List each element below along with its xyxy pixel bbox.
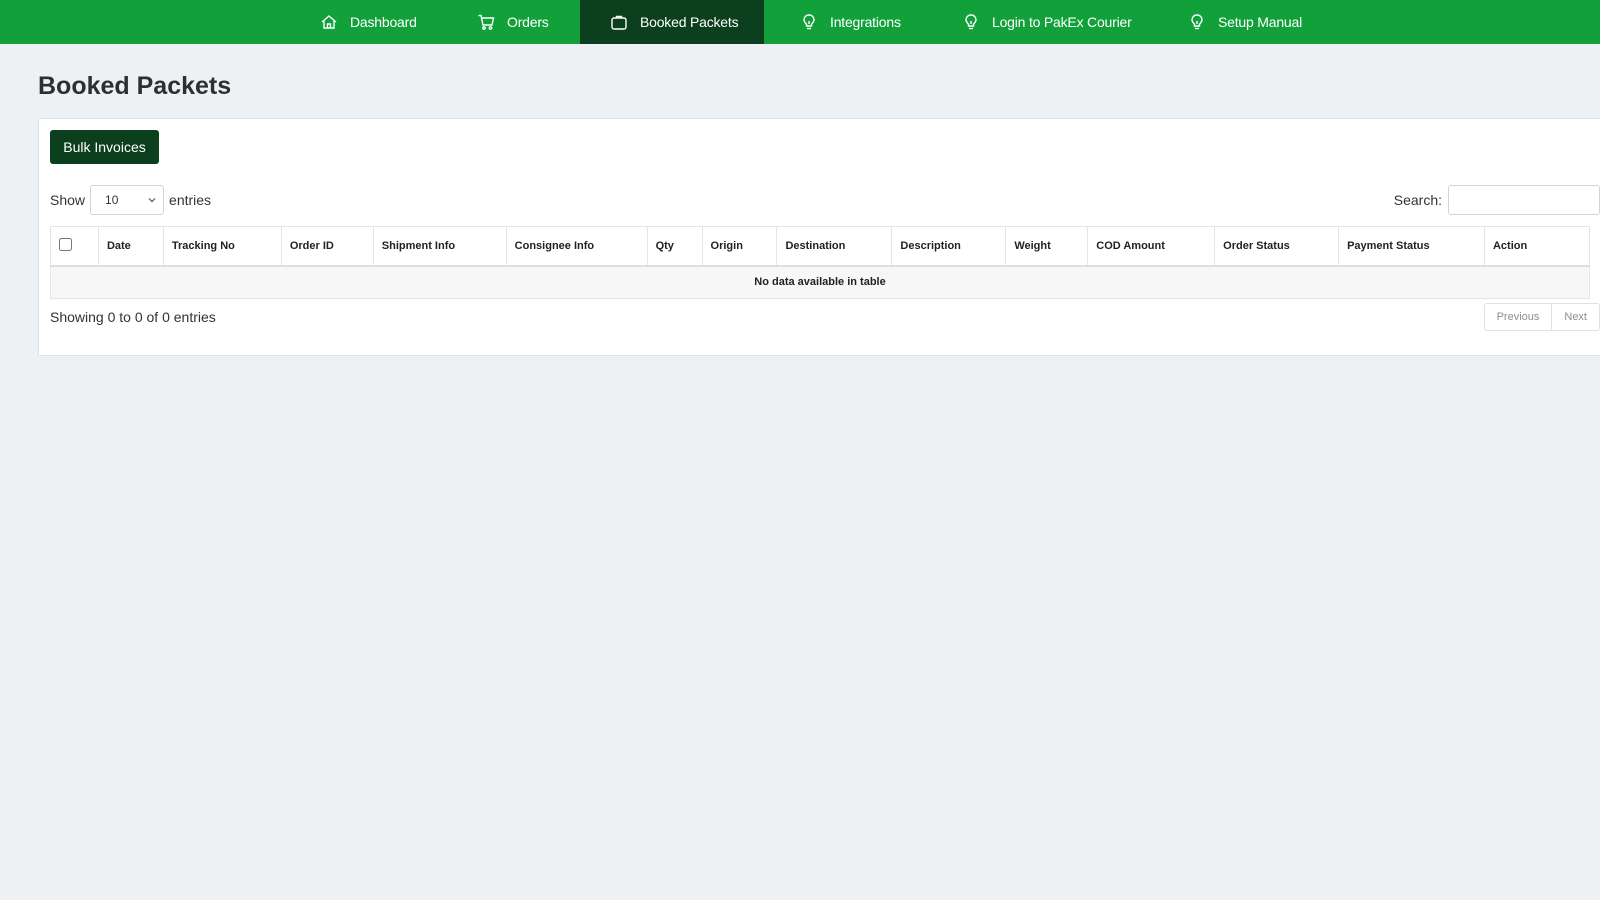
empty-table-message: No data available in table bbox=[50, 265, 1590, 299]
bulk-invoices-button[interactable]: Bulk Invoices bbox=[50, 130, 159, 164]
pagination: Previous Next bbox=[1483, 303, 1600, 331]
column-header-consignee-info[interactable]: Consignee Info bbox=[505, 226, 648, 267]
cart-icon bbox=[477, 13, 495, 31]
show-label: Show bbox=[50, 192, 86, 208]
column-header-qty[interactable]: Qty bbox=[646, 226, 703, 267]
nav-item-label: Login to PakEx Courier bbox=[992, 14, 1132, 30]
table-row: No data available in table bbox=[50, 265, 1590, 299]
next-button[interactable]: Next bbox=[1551, 304, 1599, 330]
length-control: Show 10 entries bbox=[50, 185, 211, 215]
column-header-description[interactable]: Description bbox=[891, 226, 1007, 267]
entries-label: entries bbox=[169, 192, 212, 208]
page-title: Booked Packets bbox=[38, 72, 232, 100]
lightbulb-icon bbox=[1188, 13, 1206, 31]
top-navigation: Dashboard Orders Booked Packets Integrat… bbox=[0, 0, 1600, 44]
home-icon bbox=[320, 13, 338, 31]
nav-item-label: Orders bbox=[507, 14, 549, 30]
nav-item-label: Dashboard bbox=[350, 14, 417, 30]
bag-icon bbox=[610, 13, 628, 31]
search-label: Search: bbox=[1393, 192, 1442, 208]
nav-item-integrations[interactable]: Integrations bbox=[800, 0, 920, 44]
column-header-weight[interactable]: Weight bbox=[1005, 226, 1089, 267]
search-control: Search: bbox=[1394, 185, 1600, 215]
table-info: Showing 0 to 0 of 0 entries bbox=[50, 309, 216, 325]
select-all-cell bbox=[50, 226, 99, 267]
nav-item-orders[interactable]: Orders bbox=[477, 0, 567, 44]
nav-item-label: Booked Packets bbox=[640, 14, 739, 30]
column-header-order-id[interactable]: Order ID bbox=[280, 226, 374, 267]
column-header-tracking-no[interactable]: Tracking No bbox=[162, 226, 282, 267]
table-header-row: Date Tracking No Order ID Shipment Info … bbox=[50, 226, 1591, 267]
column-header-payment-status[interactable]: Payment Status bbox=[1338, 226, 1485, 267]
nav-item-label: Setup Manual bbox=[1218, 14, 1302, 30]
previous-button[interactable]: Previous bbox=[1485, 304, 1552, 330]
column-header-order-status[interactable]: Order Status bbox=[1214, 226, 1340, 267]
column-header-origin[interactable]: Origin bbox=[701, 226, 778, 267]
column-header-destination[interactable]: Destination bbox=[776, 226, 893, 267]
column-header-date[interactable]: Date bbox=[97, 226, 164, 267]
nav-item-dashboard[interactable]: Dashboard bbox=[320, 0, 430, 44]
select-all-checkbox[interactable] bbox=[59, 237, 72, 251]
search-input[interactable] bbox=[1448, 185, 1600, 215]
column-header-cod-amount[interactable]: COD Amount bbox=[1087, 226, 1216, 267]
nav-item-login-pakex-courier[interactable]: Login to PakEx Courier bbox=[962, 0, 1152, 44]
nav-item-booked-packets[interactable]: Booked Packets bbox=[580, 0, 764, 44]
column-header-shipment-info[interactable]: Shipment Info bbox=[372, 226, 507, 267]
nav-item-label: Integrations bbox=[830, 14, 901, 30]
lightbulb-icon bbox=[800, 13, 818, 31]
column-header-action[interactable]: Action bbox=[1483, 226, 1591, 267]
booked-packets-table: Date Tracking No Order ID Shipment Info … bbox=[50, 226, 1591, 299]
chevron-down-icon bbox=[146, 194, 158, 206]
entries-select-value: 10 bbox=[105, 193, 119, 207]
nav-item-setup-manual[interactable]: Setup Manual bbox=[1188, 0, 1328, 44]
booked-packets-card: Bulk Invoices Show 10 entries Search: Da… bbox=[38, 118, 1600, 356]
lightbulb-icon bbox=[962, 13, 980, 31]
entries-select[interactable]: 10 bbox=[90, 185, 165, 215]
